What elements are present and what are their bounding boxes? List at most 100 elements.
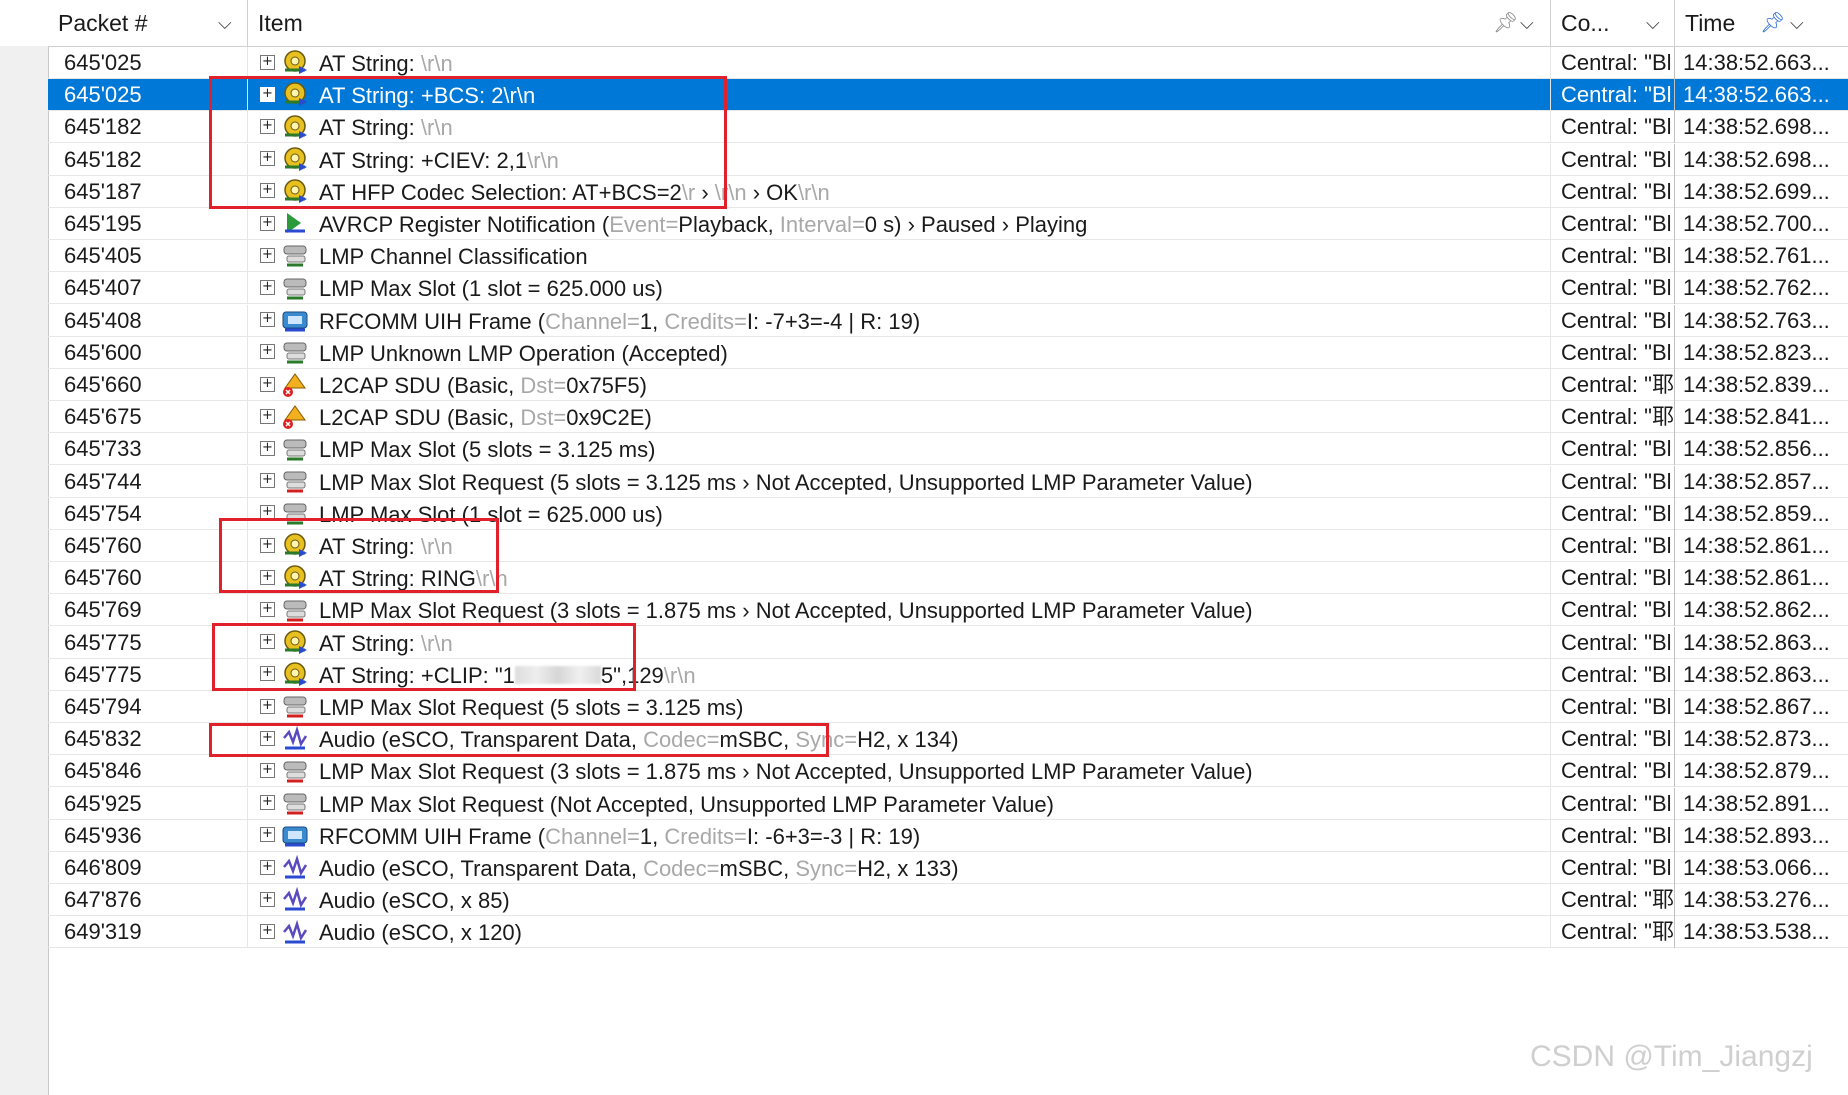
item-field-label: Sync= [795, 856, 858, 882]
table-row[interactable]: 645'025 + AT String: +BCS: 2\r\n Central: "… [48, 79, 1848, 112]
expand-icon[interactable]: + [260, 312, 275, 328]
table-row[interactable]: 646'809 + Audio (eSCO, Transparent Data, C… [48, 852, 1848, 884]
table-row[interactable]: 645'405 + LMP Channel Classification Centra… [48, 240, 1848, 273]
expand-icon[interactable]: + [260, 151, 275, 167]
at-string-icon [281, 48, 309, 76]
table-row[interactable]: 645'775 + AT String: \r\n Central: "Bl 14:38… [48, 626, 1848, 659]
table-row[interactable]: 645'925 + LMP Max Slot Request (Not Accept… [48, 787, 1848, 820]
audio-icon [281, 918, 309, 946]
table-row[interactable]: 645'760 + AT String: \r\n Central: "Bl 14:38… [48, 530, 1848, 562]
item-text: AT String: [319, 115, 421, 141]
expand-icon[interactable]: + [260, 698, 275, 714]
packet-number-cell: 645'600 [48, 336, 248, 369]
item-text: › [695, 179, 715, 205]
expand-icon[interactable]: + [260, 54, 275, 70]
expand-icon[interactable]: + [260, 247, 275, 263]
expand-icon[interactable]: + [260, 827, 275, 843]
expand-icon[interactable]: + [260, 891, 275, 907]
header-co[interactable]: Co... ⌵ [1551, 0, 1675, 46]
table-row[interactable]: 645'600 + LMP Unknown LMP Operation (Accep… [48, 336, 1848, 369]
pin-icon[interactable]: 📌︎ [1760, 0, 1785, 46]
chevron-down-icon[interactable]: ⌵ [1646, 0, 1660, 46]
expand-icon[interactable]: + [260, 215, 275, 231]
table-row[interactable]: 645'182 + AT String: +CIEV: 2,1\r\n Central… [48, 143, 1848, 176]
expand-icon[interactable]: + [260, 183, 275, 199]
time-cell: 14:38:52.867... [1683, 694, 1830, 719]
expand-icon[interactable]: + [260, 924, 275, 940]
expand-icon[interactable]: + [260, 408, 275, 424]
at-string-icon [281, 80, 309, 108]
expand-icon[interactable]: + [260, 344, 275, 360]
item-cell: + AT String: \r\n [248, 530, 1551, 562]
table-row[interactable]: 645'195 + AVRCP Register Notification (Eve… [48, 208, 1848, 240]
chevron-down-icon[interactable]: ⌵ [1790, 0, 1804, 46]
item-field-label: \r\n [475, 566, 508, 592]
table-row[interactable]: 645'733 + LMP Max Slot (5 slots = 3.125 ms… [48, 433, 1848, 466]
chevron-down-icon[interactable]: ⌵ [218, 0, 232, 46]
co-cell: Central: "Bl [1551, 497, 1675, 530]
expand-icon[interactable]: + [260, 859, 275, 875]
item-cell: + RFCOMM UIH Frame (Channel=1, Credits=I:… [248, 304, 1551, 337]
co-cell: Central: "Bl [1551, 562, 1675, 595]
table-row[interactable]: 645'936 + RFCOMM UIH Frame (Channel=1, Cre… [48, 819, 1848, 852]
table-row[interactable]: 645'769 + LMP Max Slot Request (3 slots = … [48, 594, 1848, 627]
table-row[interactable]: 645'187 + AT HFP Codec Selection: AT+BCS=2… [48, 175, 1848, 208]
item-cell: + LMP Channel Classification [248, 240, 1551, 273]
expand-icon[interactable]: + [260, 795, 275, 811]
time-cell: 14:38:52.862... [1683, 597, 1830, 623]
expand-icon[interactable]: + [260, 634, 275, 650]
item-field-label: \r\n [797, 179, 830, 205]
table-row[interactable]: 645'832 + Audio (eSCO, Transparent Data, C… [48, 723, 1848, 756]
table-row[interactable]: 645'846 + LMP Max Slot Request (3 slots = … [48, 755, 1848, 788]
item-text: LMP Max Slot Request (Not Accepted, Unsu… [319, 791, 1054, 817]
expand-icon[interactable]: + [260, 602, 275, 618]
lmp-request-icon [281, 789, 309, 817]
expand-icon[interactable]: + [260, 376, 275, 392]
item-cell: + AT String: RING\r\n [248, 562, 1551, 595]
item-text: LMP Max Slot (1 slot = 625.000 us) [319, 276, 663, 302]
item-field-label: \r\n [420, 51, 453, 77]
expand-icon[interactable]: + [260, 473, 275, 489]
time-cell: 14:38:52.663... [1683, 50, 1830, 75]
expand-icon[interactable]: + [260, 86, 275, 102]
table-row[interactable]: 647'876 + Audio (eSCO, x 85) Central: "耶 14:… [48, 884, 1848, 917]
table-row[interactable]: 645'660 + L2CAP SDU (Basic, Dst=0x75F5) Cen… [48, 369, 1848, 401]
header-packet-number[interactable]: Packet # ⌵ [48, 0, 248, 46]
table-row[interactable]: 645'408 + RFCOMM UIH Frame (Channel=1, Cre… [48, 304, 1848, 337]
co-cell: Central: "Bl [1551, 530, 1675, 562]
table-row[interactable]: 645'775 + AT String: +CLIP: "1 5",129\r\n Ce… [48, 658, 1848, 691]
audio-icon [281, 885, 309, 913]
expand-icon[interactable]: + [260, 763, 275, 779]
expand-icon[interactable]: + [260, 537, 275, 553]
table-row[interactable]: 645'794 + LMP Max Slot Request (5 slots = … [48, 691, 1848, 723]
expand-icon[interactable]: + [260, 730, 275, 746]
expand-icon[interactable]: + [260, 119, 275, 135]
table-row[interactable]: 649'319 + Audio (eSCO, x 120) Central: "耶 14… [48, 916, 1848, 949]
co-cell: Central: "Bl [1551, 208, 1675, 240]
expand-icon[interactable]: + [260, 441, 275, 457]
table-row[interactable]: 645'675 + L2CAP SDU (Basic, Dst=0x9C2E) Cen… [48, 401, 1848, 434]
item-cell: + LMP Max Slot (5 slots = 3.125 ms) [248, 433, 1551, 466]
table-row[interactable]: 645'407 + LMP Max Slot (1 slot = 625.000 u… [48, 272, 1848, 305]
item-cell: + RFCOMM UIH Frame (Channel=1, Credits=I:… [248, 819, 1551, 852]
header-item[interactable]: Item 📌︎ ⌵ [248, 0, 1551, 46]
table-row[interactable]: 645'754 + LMP Max Slot (1 slot = 625.000 u… [48, 497, 1848, 530]
item-text: LMP Max Slot (1 slot = 625.000 us) [319, 501, 663, 527]
expand-icon[interactable]: + [260, 505, 275, 521]
table-row[interactable]: 645'744 + LMP Max Slot Request (5 slots = … [48, 465, 1848, 498]
table-row[interactable]: 645'025 + AT String: \r\n Central: "Bl 14:38… [48, 47, 1848, 79]
pin-icon[interactable]: 📌︎ [1493, 0, 1518, 46]
packet-number-cell: 645'744 [48, 465, 248, 498]
expand-icon[interactable]: + [260, 280, 275, 296]
chevron-down-icon[interactable]: ⌵ [1520, 0, 1534, 46]
item-cell: + Audio (eSCO, Transparent Data, Codec=mS… [248, 852, 1551, 884]
time-cell: 14:38:52.859... [1683, 500, 1830, 526]
item-field-label: Credits= [664, 308, 747, 334]
item-cell: + AT String: \r\n [248, 626, 1551, 659]
co-cell: Central: "Bl [1551, 465, 1675, 498]
table-row[interactable]: 645'182 + AT String: \r\n Central: "Bl 14:38… [48, 111, 1848, 144]
table-row[interactable]: 645'760 + AT String: RING\r\n Central: "Bl 1… [48, 562, 1848, 595]
expand-icon[interactable]: + [260, 666, 275, 682]
header-time[interactable]: Time 📌︎ ⌵ [1675, 0, 1848, 46]
expand-icon[interactable]: + [260, 569, 275, 585]
